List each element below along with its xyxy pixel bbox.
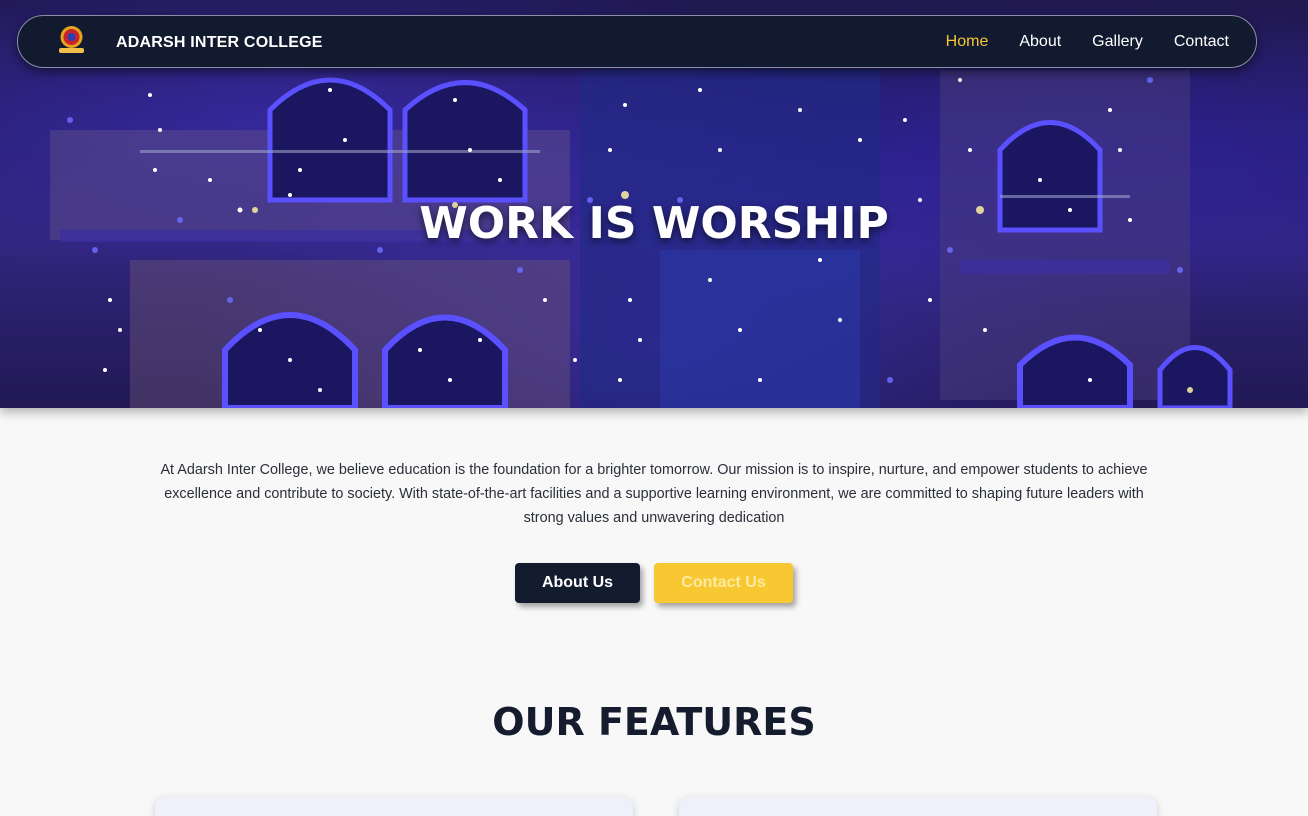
features-heading: OUR FEATURES bbox=[492, 700, 816, 744]
brand-name[interactable]: ADARSH INTER COLLEGE bbox=[116, 34, 323, 52]
college-emblem-icon[interactable] bbox=[54, 23, 89, 58]
nav-link-home[interactable]: Home bbox=[946, 33, 989, 51]
nav-link-contact[interactable]: Contact bbox=[1174, 33, 1229, 51]
hero-title: WORK IS WORSHIP bbox=[419, 198, 889, 249]
nav-link-about[interactable]: About bbox=[1019, 33, 1061, 51]
nav-links: Home About Gallery Contact bbox=[915, 33, 1229, 51]
top-navbar: ADARSH INTER COLLEGE Home About Gallery … bbox=[17, 15, 1257, 68]
feature-card bbox=[679, 797, 1157, 816]
feature-card bbox=[155, 797, 633, 816]
intro-paragraph: At Adarsh Inter College, we believe educ… bbox=[160, 462, 1148, 526]
contact-us-button[interactable]: Contact Us bbox=[654, 563, 793, 603]
nav-link-gallery[interactable]: Gallery bbox=[1092, 33, 1143, 51]
about-us-button[interactable]: About Us bbox=[515, 563, 640, 603]
